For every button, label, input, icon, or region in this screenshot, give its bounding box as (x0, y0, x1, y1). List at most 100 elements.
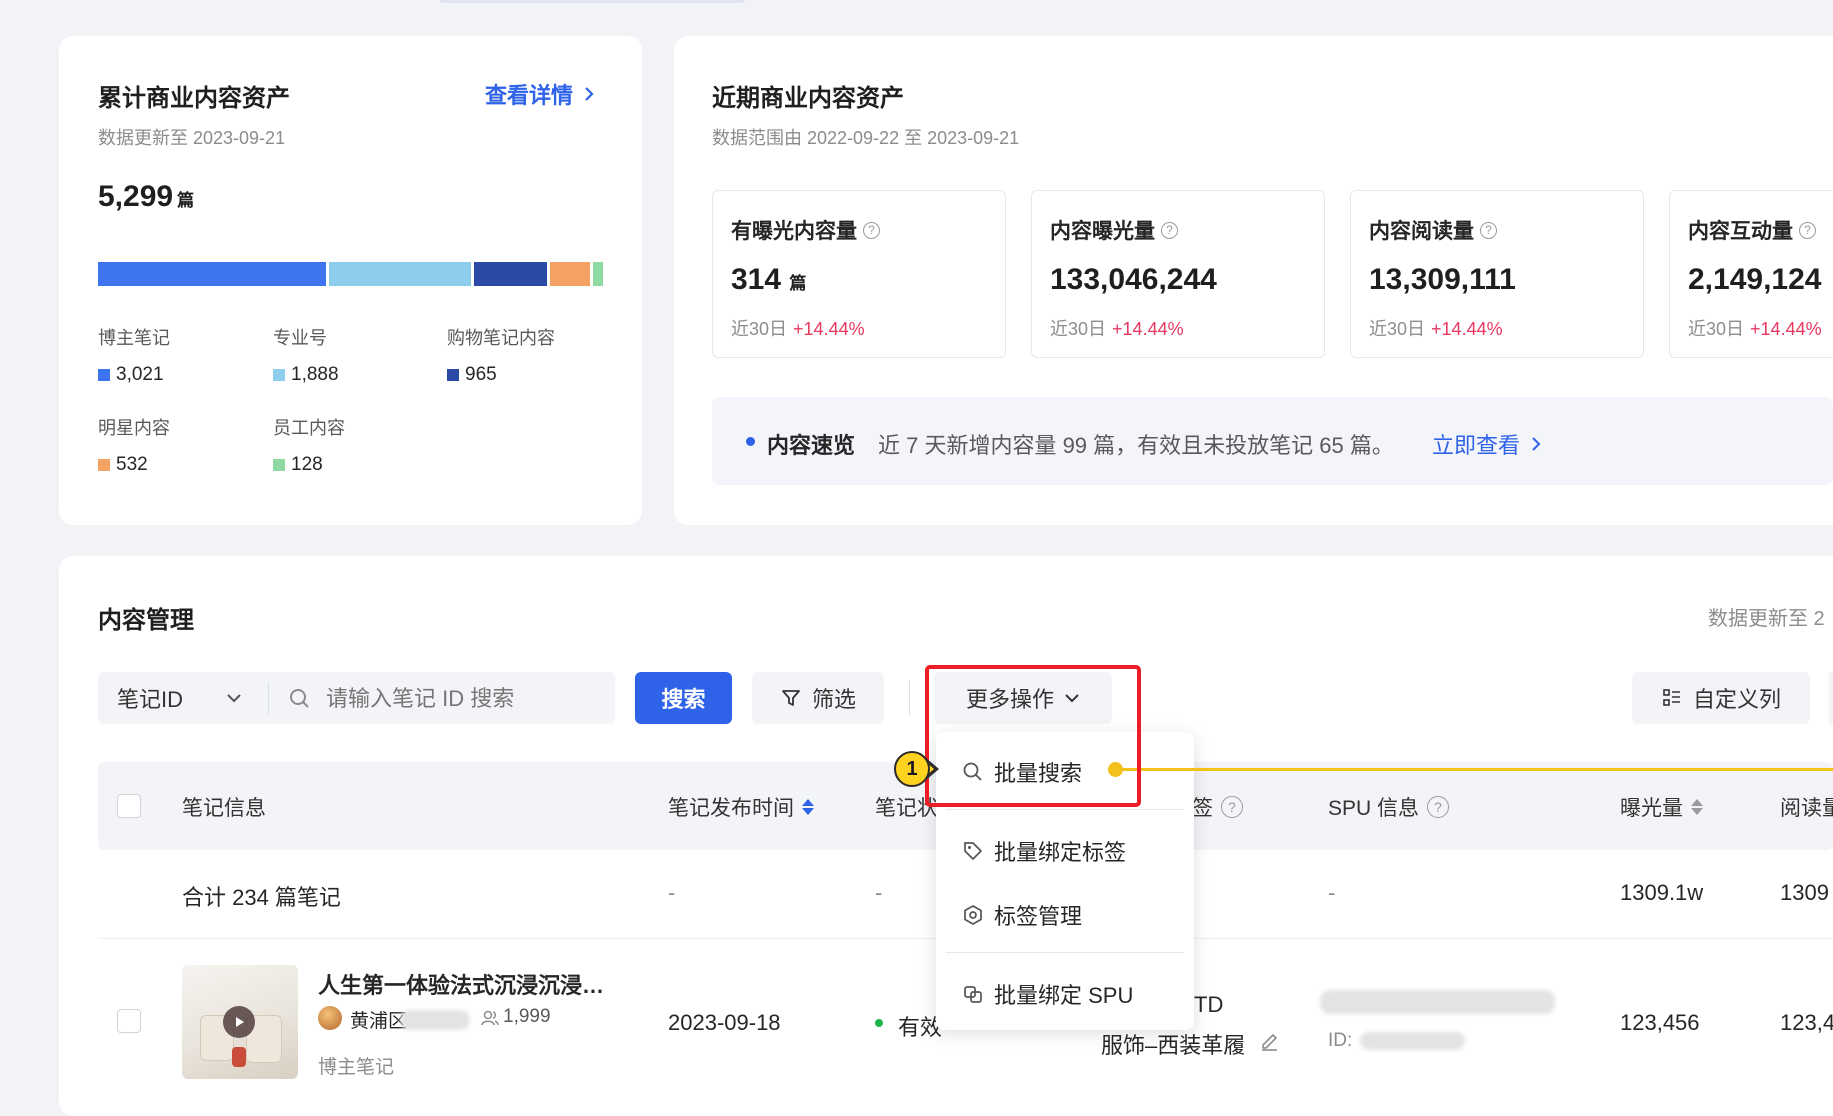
legend-label: 购物笔记内容 (447, 328, 555, 348)
menu-item-label: 批量绑定标签 (994, 840, 1127, 865)
note-type: 博主笔记 (318, 1057, 395, 1078)
column-label: 笔记信息 (182, 797, 266, 820)
metric-foot-label: 近30日 (1369, 319, 1426, 339)
metric-value: 314 (731, 263, 782, 296)
metric-value: 2,149,124 (1688, 263, 1822, 296)
spu-id-label: ID: (1328, 1030, 1353, 1051)
content-management-updated: 数据更新至 2 (1708, 608, 1825, 630)
composition-bar-segment (98, 262, 326, 286)
search-field-select-value: 笔记ID (117, 687, 184, 712)
chevron-right-icon (585, 87, 594, 101)
column-label: SPU 信息 (1328, 797, 1420, 820)
view-details-link[interactable]: 查看详情 (485, 78, 595, 110)
tag-line-2: 服饰–西装革履 (1101, 1033, 1246, 1058)
menu-separator (946, 809, 1184, 810)
filter-button[interactable]: 筛选 (752, 672, 884, 724)
overview-label: 内容速览 (767, 433, 856, 458)
product-item (232, 1047, 246, 1067)
sort-icon[interactable] (802, 799, 814, 815)
help-icon[interactable]: ? (1221, 796, 1243, 818)
note-title[interactable]: 人生第一体验法式沉浸沉浸… (318, 968, 604, 1000)
metric-card-exposed-content: 有曝光内容量? 314 篇 近30日 +14.44% (712, 190, 1006, 358)
column-publish-time[interactable]: 笔记发布时间 (668, 792, 814, 822)
select-divider (268, 682, 269, 714)
summary-status: - (875, 880, 883, 905)
column-note-info: 笔记信息 (182, 792, 266, 822)
help-icon[interactable]: ? (1799, 221, 1816, 239)
composition-bar-segment (550, 262, 590, 286)
metric-change: +14.44% (1750, 319, 1822, 339)
legend-value: 128 (291, 454, 323, 475)
menu-item-batch-bind-spu[interactable]: 批量绑定 SPU (962, 978, 1133, 1010)
help-icon[interactable]: ? (1427, 796, 1450, 818)
column-label: 笔记发布时间 (668, 797, 794, 820)
legend-item-employee: 员工内容 128 (273, 414, 345, 476)
metric-card-reads: 内容阅读量? 13,309,111 近30日 +14.44% (1350, 190, 1644, 358)
view-details-label: 查看详情 (485, 83, 574, 108)
link-icon (964, 986, 982, 1003)
edit-icon[interactable] (1258, 1030, 1280, 1052)
composition-bar-segment (329, 262, 471, 286)
accumulated-total-value: 5,299 (98, 180, 174, 213)
column-reads: 阅读量 (1780, 792, 1833, 822)
row-reads: 123,4 (1780, 1010, 1833, 1035)
metric-card-exposure: 内容曝光量? 133,046,244 近30日 +14.44% (1031, 190, 1325, 358)
search-icon (290, 689, 309, 708)
menu-item-tag-management[interactable]: 标签管理 (962, 899, 1082, 931)
help-icon[interactable]: ? (1480, 221, 1497, 239)
metric-card-interactions: 内容互动量? 2,149,124 近30日 +14.44% (1669, 190, 1833, 358)
toolbar-edge-button[interactable] (1829, 672, 1833, 724)
legend-item-shopping: 购物笔记内容 965 (447, 324, 555, 386)
custom-columns-button[interactable]: 自定义列 (1632, 672, 1810, 724)
author-name[interactable]: 黄浦区 (350, 1006, 407, 1033)
search-field-select[interactable]: 笔记ID (98, 672, 268, 724)
overview-link[interactable]: 立即查看 (1432, 428, 1542, 460)
annotation-step-marker: 1 (894, 751, 930, 787)
content-overview-banner: 内容速览 近 7 天新增内容量 99 篇，有效且未投放笔记 65 篇。 立即查看 (712, 397, 1833, 485)
help-icon[interactable]: ? (1161, 221, 1178, 239)
legend-label: 专业号 (273, 328, 327, 348)
metric-title: 内容阅读量 (1369, 220, 1474, 243)
note-thumbnail[interactable] (182, 965, 298, 1079)
annotation-connector-line (1116, 768, 1833, 771)
summary-spu: - (1328, 880, 1336, 905)
column-label: 签 (1192, 797, 1213, 820)
filter-icon (782, 690, 800, 706)
column-tags: 签? (1192, 792, 1243, 822)
spu-id-redacted (1360, 1032, 1465, 1050)
metric-foot-label: 近30日 (1688, 319, 1745, 339)
menu-item-label: 标签管理 (994, 904, 1083, 929)
composition-bar-segment (474, 262, 547, 286)
sort-icon[interactable] (1691, 799, 1703, 815)
custom-columns-label: 自定义列 (1692, 687, 1781, 712)
filter-button-label: 筛选 (811, 687, 856, 712)
legend-item-pro: 专业号 1,888 (273, 324, 339, 386)
legend-label: 明星内容 (98, 418, 170, 438)
row-checkbox[interactable] (117, 1009, 141, 1033)
composition-bar-segment (593, 262, 603, 286)
legend-label: 员工内容 (273, 418, 345, 438)
metric-change: +14.44% (793, 319, 865, 339)
help-icon[interactable]: ? (863, 221, 880, 239)
play-icon[interactable] (223, 1006, 255, 1038)
menu-item-batch-bind-tags[interactable]: 批量绑定标签 (962, 835, 1126, 867)
search-input[interactable] (324, 680, 608, 718)
metric-title: 内容曝光量 (1050, 220, 1155, 243)
column-exposure[interactable]: 曝光量 (1620, 792, 1703, 822)
select-all-checkbox[interactable] (117, 794, 141, 818)
search-button[interactable]: 搜索 (635, 672, 732, 724)
column-spu-info: SPU 信息? (1328, 792, 1450, 822)
summary-publish: - (668, 880, 676, 905)
column-label: 曝光量 (1620, 797, 1683, 820)
search-bar: 笔记ID (98, 672, 615, 724)
metric-unit: 篇 (789, 274, 807, 293)
column-label: 阅读量 (1780, 797, 1833, 820)
note-publish-time: 2023-09-18 (668, 1010, 781, 1035)
accumulated-total: 5,299 篇 (98, 180, 194, 214)
metric-value: 133,046,244 (1050, 263, 1217, 296)
accumulated-total-unit: 篇 (177, 191, 195, 210)
author-followers: 1,999 (503, 1006, 551, 1027)
tag-icon (964, 842, 982, 860)
settings-icon (964, 905, 982, 925)
overview-dot (746, 437, 755, 446)
